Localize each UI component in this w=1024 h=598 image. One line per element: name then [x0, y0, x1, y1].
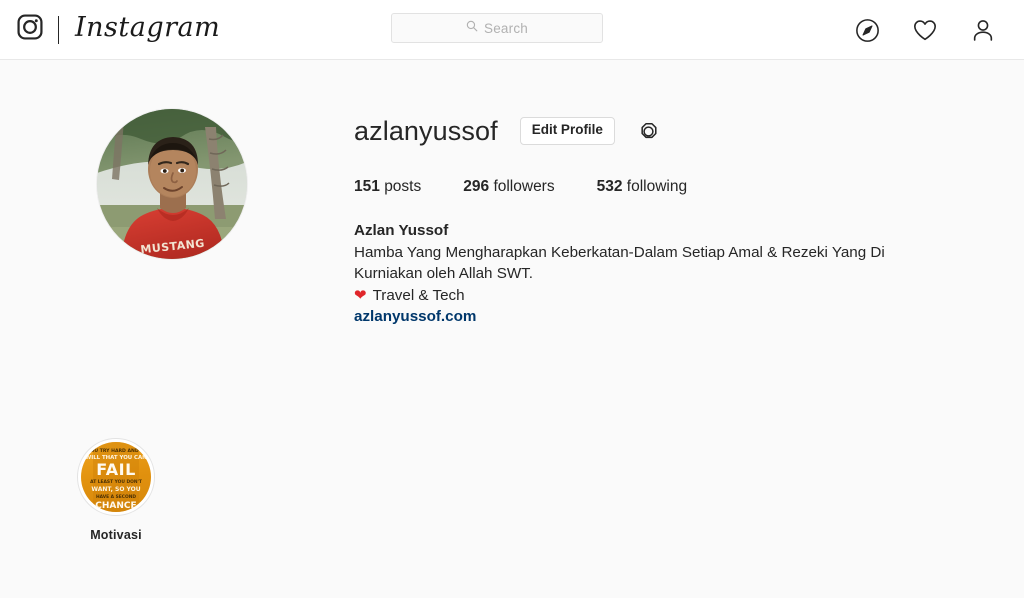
profile-full-name: Azlan Yussof	[354, 222, 449, 239]
svg-text:HAVE A SECOND: HAVE A SECOND	[96, 494, 136, 500]
profile-stats: 151 posts 296 followers 532 following	[354, 178, 885, 196]
instagram-camera-icon[interactable]	[16, 13, 44, 46]
stat-followers[interactable]: 296 followers	[463, 178, 554, 196]
stat-following-label: following	[626, 178, 688, 195]
activity-heart-icon[interactable]	[912, 17, 938, 43]
stat-following[interactable]: 532 following	[597, 178, 688, 196]
stat-followers-label: followers	[493, 178, 555, 195]
brand-area[interactable]: Instagram	[16, 13, 220, 46]
bio-interests-line: ❤ Travel & Tech	[354, 285, 885, 307]
avatar-column: MUSTANG	[96, 108, 354, 328]
profile-person-icon[interactable]	[970, 17, 996, 43]
top-navigation-bar: Instagram Search	[0, 0, 1024, 60]
profile-avatar[interactable]: MUSTANG	[96, 108, 248, 260]
svg-text:IF YOU TRY HARD AND YOU: IF YOU TRY HARD AND YOU	[81, 448, 151, 454]
profile-info-column: azlanyussof Edit Profile 151 posts 296 f…	[354, 108, 885, 328]
profile-page: MUSTANG azlanyussof Edit Profile 151 pos…	[0, 60, 1024, 598]
edit-profile-button[interactable]: Edit Profile	[519, 117, 615, 145]
red-heart-icon: ❤	[354, 287, 367, 305]
highlight-cover-image: IF YOU TRY HARD AND YOU WILL THAT YOU CA…	[81, 442, 151, 512]
search-area[interactable]: Search	[391, 13, 603, 43]
profile-website-link[interactable]: azlanyussof.com	[354, 306, 476, 328]
instagram-wordmark[interactable]: Instagram	[75, 14, 220, 45]
svg-text:CHANCE: CHANCE	[95, 501, 136, 511]
svg-text:WANT, SO YOU: WANT, SO YOU	[91, 486, 140, 493]
svg-text:AT LEAST YOU DON'T: AT LEAST YOU DON'T	[90, 479, 142, 485]
username-row: azlanyussof Edit Profile	[354, 114, 885, 148]
profile-username: azlanyussof	[354, 115, 498, 146]
nav-icon-group	[855, 0, 996, 60]
bio-line-2: Kurniakan oleh Allah SWT.	[354, 265, 533, 283]
search-input[interactable]: Search	[391, 13, 603, 43]
bio-line-1: Hamba Yang Mengharapkan Keberkatan-Dalam…	[354, 243, 885, 261]
brand-divider	[58, 15, 59, 44]
stat-posts-label: posts	[384, 178, 422, 195]
story-highlights: IF YOU TRY HARD AND YOU WILL THAT YOU CA…	[76, 438, 156, 542]
stat-posts[interactable]: 151 posts	[354, 178, 421, 196]
bio-interests-text: Travel & Tech	[372, 286, 465, 304]
search-placeholder-text: Search	[484, 20, 528, 36]
highlight-ring: IF YOU TRY HARD AND YOU WILL THAT YOU CA…	[77, 438, 155, 516]
svg-text:FAIL: FAIL	[96, 460, 136, 479]
explore-icon[interactable]	[855, 18, 880, 43]
stat-followers-value: 296	[463, 178, 490, 195]
profile-bio: Azlan Yussof Hamba Yang Mengharapkan Keb…	[354, 220, 885, 328]
search-icon	[466, 19, 478, 37]
stat-posts-value: 151	[354, 178, 380, 195]
story-highlight-motivasi[interactable]: IF YOU TRY HARD AND YOU WILL THAT YOU CA…	[76, 438, 156, 542]
gear-icon[interactable]	[637, 120, 660, 143]
profile-header-row: MUSTANG azlanyussof Edit Profile 151 pos…	[0, 60, 1024, 328]
stat-following-value: 532	[596, 178, 623, 195]
highlight-label: Motivasi	[90, 528, 142, 542]
